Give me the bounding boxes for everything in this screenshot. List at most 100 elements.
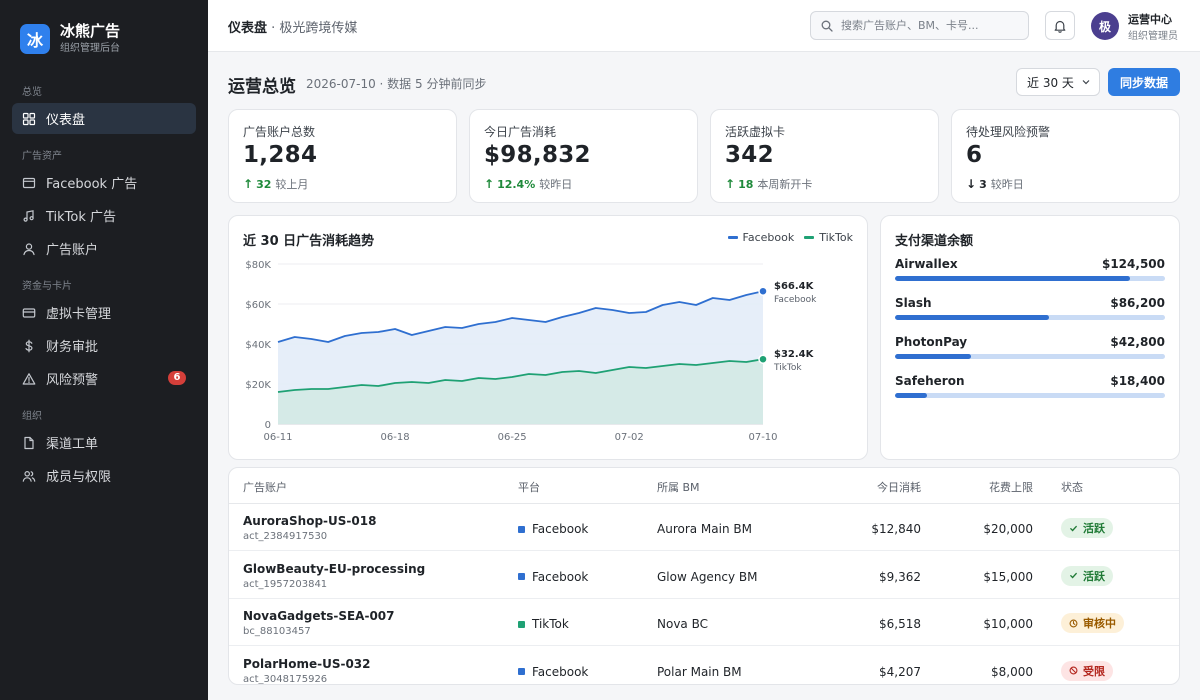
account-name[interactable]: NovaGadgets-SEA-007	[243, 609, 395, 623]
status-label: 活跃	[1083, 569, 1105, 583]
account-id: act_1957203841	[243, 578, 328, 590]
kpi-delta-value: 12.4%	[497, 177, 536, 191]
col-account[interactable]: 广告账户	[243, 479, 287, 495]
kpi-card[interactable]: 今日广告消耗 $98,832 ↑ 12.4% 较昨日	[469, 109, 698, 203]
balance-bar	[895, 315, 1165, 320]
end-series-label: TikTok	[773, 363, 802, 373]
kpi-delta: ↑ 12.4% 较昨日	[484, 176, 572, 192]
balance-title: 支付渠道余额	[895, 234, 974, 249]
platform-cell: Facebook	[518, 522, 588, 536]
date-range-select[interactable]: 近 30 天	[1016, 68, 1100, 96]
balance-channel-name: Slash	[895, 296, 932, 310]
warning-triangle-icon	[22, 372, 36, 385]
sidebar-item-warning-triangle[interactable]: 风险预警 6	[12, 363, 196, 394]
user-name[interactable]: 运营中心	[1128, 11, 1172, 27]
kpi-card[interactable]: 广告账户总数 1,284 ↑ 32 较上月	[228, 109, 457, 203]
notification-button[interactable]	[1045, 11, 1075, 40]
avatar[interactable]: 极	[1091, 12, 1119, 40]
kpi-delta-note: 较昨日	[539, 178, 573, 191]
balance-channel-name: PhotonPay	[895, 335, 968, 349]
balance-row[interactable]: Slash $86,200	[895, 296, 1165, 320]
balance-bar	[895, 354, 1165, 359]
balance-amount: $86,200	[1110, 296, 1165, 310]
table-row[interactable]: PolarHome-US-032 act_3048175926 Facebook Po…	[229, 647, 1179, 684]
search-icon	[821, 20, 833, 32]
sidebar-item-credit-card[interactable]: 虚拟卡管理	[12, 297, 196, 328]
account-name[interactable]: PolarHome-US-032	[243, 657, 371, 671]
sidebar-item-label: 虚拟卡管理	[46, 307, 112, 322]
brand[interactable]: 冰 冰熊广告 组织管理后台	[20, 22, 120, 56]
balance-row[interactable]: PhotonPay $42,800	[895, 335, 1165, 359]
table-row[interactable]: AuroraShop-US-018 act_2384917530 Facebook A…	[229, 504, 1179, 551]
platform-name: TikTok	[532, 617, 569, 631]
x-tick-label: 07-02	[615, 432, 644, 443]
business-manager: Aurora Main BM	[657, 522, 752, 536]
spend-limit: $20,000	[983, 522, 1033, 536]
sidebar-item-music-note[interactable]: TikTok 广告	[12, 200, 196, 231]
col-status[interactable]: 状态	[1061, 479, 1083, 495]
sidebar-item-user[interactable]: 广告账户	[12, 233, 196, 264]
page-title: 运营总览	[228, 77, 296, 97]
platform-name: Facebook	[532, 664, 589, 679]
status-badge: 受限	[1061, 660, 1113, 681]
check-icon	[1070, 525, 1077, 531]
spend-limit: $8,000	[991, 664, 1033, 679]
table-row[interactable]: GlowBeauty-EU-processing act_1957203841 Fa…	[229, 552, 1179, 599]
brand-subtitle: 组织管理后台	[60, 43, 120, 54]
account-name[interactable]: GlowBeauty-EU-processing	[243, 562, 425, 576]
search-input[interactable]	[841, 19, 1021, 32]
sidebar-item-users[interactable]: 成员与权限	[12, 460, 196, 491]
sidebar-item-grid[interactable]: 仪表盘	[12, 103, 196, 134]
kpi-label: 待处理风险预警	[966, 125, 1051, 139]
col-spend[interactable]: 今日消耗	[877, 479, 921, 495]
music-note-icon	[23, 209, 34, 222]
kpi-value: 1,284	[243, 142, 318, 168]
table-row[interactable]: NovaGadgets-SEA-007 bc_88103457 TikTok Nova…	[229, 599, 1179, 646]
kpi-card[interactable]: 活跃虚拟卡 342 ↑ 18 本周新开卡	[710, 109, 939, 203]
kpi-delta: ↑ 32 较上月	[243, 176, 308, 192]
kpi-delta-value: 18	[738, 177, 754, 191]
y-tick-label: $20K	[245, 380, 271, 391]
ban-icon	[1069, 666, 1078, 675]
account-name[interactable]: AuroraShop-US-018	[243, 514, 376, 528]
platform-cell: TikTok	[518, 617, 569, 631]
status-label: 活跃	[1083, 522, 1105, 535]
browser-window-icon	[22, 177, 36, 188]
end-value-label: $66.4K	[774, 281, 815, 292]
sync-data-button[interactable]: 同步数据	[1108, 68, 1180, 96]
dollar-icon	[25, 339, 33, 352]
breadcrumb-org: · 极光跨境传媒	[267, 21, 358, 36]
sidebar-item-label: 仪表盘	[46, 113, 86, 128]
kpi-label: 广告账户总数	[243, 125, 316, 139]
kpi-delta-note: 本周新开卡	[757, 178, 813, 191]
y-tick-label: 0	[265, 420, 271, 431]
business-manager: Glow Agency BM	[657, 569, 758, 584]
sidebar-item-label: Facebook 广告	[46, 177, 138, 192]
kpi-card[interactable]: 待处理风险预警 6 ↓ 3 较昨日	[951, 109, 1180, 203]
col-limit[interactable]: 花费上限	[989, 479, 1033, 495]
y-tick-label: $80K	[245, 260, 271, 271]
platform-facebook-icon	[518, 525, 525, 533]
page-subtitle: 2026-07-10 · 数据 5 分钟前同步	[306, 77, 487, 91]
col-platform[interactable]: 平台	[518, 479, 540, 495]
sidebar-item-document[interactable]: 渠道工单	[12, 427, 196, 458]
sidebar-item-browser-window[interactable]: Facebook 广告	[12, 167, 196, 198]
today-spend: $12,840	[871, 522, 921, 536]
kpi-label: 今日广告消耗	[484, 125, 557, 139]
kpi-value: $98,832	[484, 142, 591, 168]
balance-row[interactable]: Airwallex $124,500	[895, 257, 1165, 281]
business-manager: Nova BC	[657, 617, 708, 631]
grid-icon	[22, 112, 36, 125]
sidebar-item-dollar[interactable]: 财务审批	[12, 330, 196, 361]
sidebar-item-label: TikTok 广告	[46, 210, 117, 225]
platform-name: Facebook	[532, 522, 589, 536]
kpi-delta: ↓ 3 较昨日	[966, 176, 1024, 192]
col-bm[interactable]: 所属 BM	[657, 479, 700, 495]
search-box[interactable]	[810, 11, 1029, 40]
nav-group-label: 广告资产	[22, 151, 62, 162]
balance-bar-fill	[895, 315, 1049, 320]
balance-amount: $124,500	[1101, 257, 1165, 271]
balance-row[interactable]: Safeheron $18,400	[895, 374, 1165, 398]
platform-cell: Facebook	[518, 570, 588, 584]
ad-accounts-table: 广告账户 平台 所属 BM 今日消耗 花费上限 状态 AuroraShop-US…	[228, 467, 1180, 685]
